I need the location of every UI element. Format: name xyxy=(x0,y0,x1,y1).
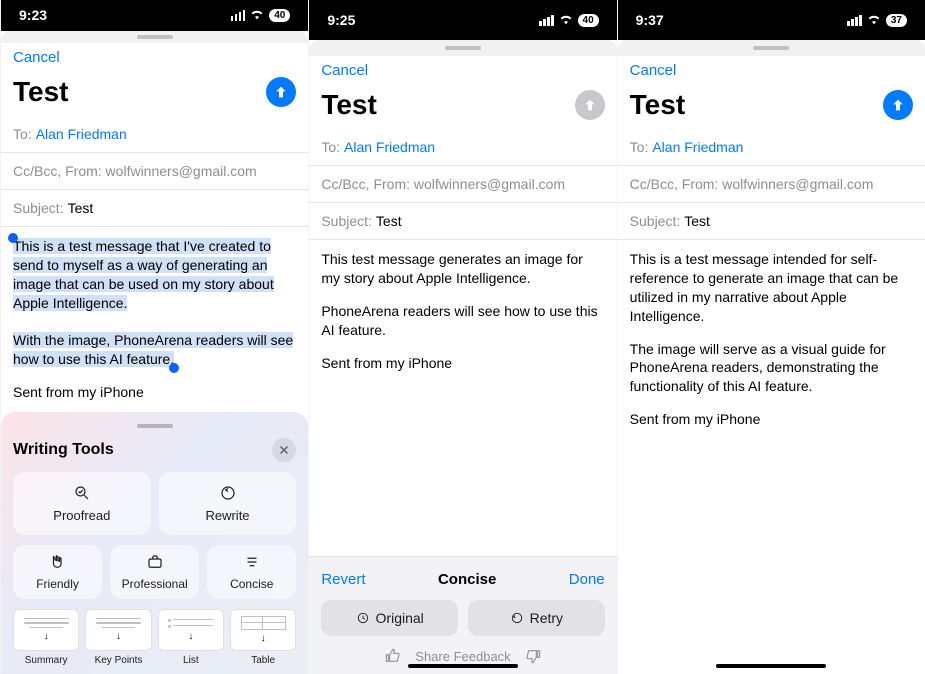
selection-start-handle[interactable] xyxy=(8,233,18,243)
original-button[interactable]: Original xyxy=(321,600,458,636)
cc-bcc-field[interactable]: Cc/Bcc, From: wolfwinners@gmail.com xyxy=(309,166,616,203)
status-time: 9:25 xyxy=(327,12,355,28)
clock-icon xyxy=(356,611,370,625)
cancel-button[interactable]: Cancel xyxy=(630,62,677,79)
cellular-icon xyxy=(539,15,554,26)
subject-label: Subject: xyxy=(630,213,681,229)
status-time: 9:23 xyxy=(19,7,47,23)
summary-card[interactable]: ↓ Summary xyxy=(13,609,79,666)
to-field[interactable]: To: Alan Friedman xyxy=(1,116,308,153)
battery-indicator: 37 xyxy=(886,14,907,27)
close-icon xyxy=(278,444,290,456)
subject-value: Test xyxy=(68,200,94,216)
status-time: 9:37 xyxy=(636,12,664,28)
wifi-icon xyxy=(558,12,574,28)
status-bar: 9:37 37 xyxy=(618,0,925,40)
rewrite-icon xyxy=(219,484,237,502)
to-value[interactable]: Alan Friedman xyxy=(652,139,743,155)
writing-tools-title: Writing Tools xyxy=(13,441,114,459)
panel-title: Concise xyxy=(438,571,496,588)
to-value[interactable]: Alan Friedman xyxy=(36,126,127,142)
cc-bcc-label: Cc/Bcc, From: wolfwinners@gmail.com xyxy=(321,176,565,192)
friendly-button[interactable]: Friendly xyxy=(13,545,102,599)
cc-bcc-field[interactable]: Cc/Bcc, From: wolfwinners@gmail.com xyxy=(618,166,925,203)
status-bar: 9:25 40 xyxy=(309,0,616,40)
close-button[interactable] xyxy=(272,438,296,462)
home-indicator[interactable] xyxy=(716,664,826,668)
cc-bcc-field[interactable]: Cc/Bcc, From: wolfwinners@gmail.com xyxy=(1,153,308,190)
concise-button[interactable]: Concise xyxy=(207,545,296,599)
share-feedback-label[interactable]: Share Feedback xyxy=(415,649,510,664)
sheet-grabber[interactable] xyxy=(618,40,925,56)
to-label: To: xyxy=(13,126,32,142)
cellular-icon xyxy=(231,10,246,21)
arrow-up-icon xyxy=(273,84,289,100)
cancel-button[interactable]: Cancel xyxy=(321,62,368,79)
arrow-up-icon xyxy=(582,97,598,113)
wifi-icon xyxy=(866,12,882,28)
retry-button[interactable]: Retry xyxy=(468,600,605,636)
subject-value: Test xyxy=(684,213,710,229)
subject-value: Test xyxy=(376,213,402,229)
send-button[interactable] xyxy=(266,77,296,107)
to-field[interactable]: To: Alan Friedman xyxy=(309,129,616,166)
compose-title: Test xyxy=(630,89,686,121)
proofread-button[interactable]: Proofread xyxy=(13,472,151,535)
retry-icon xyxy=(510,611,524,625)
arrow-up-icon xyxy=(890,97,906,113)
thumbs-down-icon[interactable] xyxy=(525,648,541,664)
subject-field[interactable]: Subject: Test xyxy=(1,190,308,227)
battery-indicator: 40 xyxy=(578,14,599,27)
writing-tools-panel: Writing Tools Proofread Rewrite Friendly xyxy=(1,412,308,674)
magnifier-check-icon xyxy=(73,484,91,502)
phone-3: 9:37 37 Cancel Test To: Alan Friedman Cc… xyxy=(617,0,925,674)
compose-title: Test xyxy=(321,89,377,121)
subject-field[interactable]: Subject: Test xyxy=(618,203,925,240)
cc-bcc-label: Cc/Bcc, From: wolfwinners@gmail.com xyxy=(13,163,257,179)
to-label: To: xyxy=(321,139,340,155)
to-value[interactable]: Alan Friedman xyxy=(344,139,435,155)
to-field[interactable]: To: Alan Friedman xyxy=(618,129,925,166)
concise-result-panel: Revert Concise Done Original Retry Share… xyxy=(309,556,616,674)
compose-title: Test xyxy=(13,76,69,108)
cancel-button[interactable]: Cancel xyxy=(13,49,60,66)
subject-label: Subject: xyxy=(13,200,64,216)
share-feedback-row: Share Feedback xyxy=(321,648,604,664)
rewrite-button[interactable]: Rewrite xyxy=(159,472,297,535)
professional-button[interactable]: Professional xyxy=(110,545,199,599)
sheet-grabber[interactable] xyxy=(309,40,616,56)
send-button[interactable] xyxy=(883,90,913,120)
revert-button[interactable]: Revert xyxy=(321,571,365,588)
send-button[interactable] xyxy=(575,90,605,120)
email-body[interactable]: This test message generates an image for… xyxy=(309,240,616,556)
subject-field[interactable]: Subject: Test xyxy=(309,203,616,240)
status-bar: 9:23 40 xyxy=(1,0,308,31)
keypoints-card[interactable]: ↓ Key Points xyxy=(85,609,151,666)
briefcase-icon xyxy=(146,553,164,571)
email-signature: Sent from my iPhone xyxy=(13,383,296,402)
selection-end-handle[interactable] xyxy=(169,363,179,373)
cellular-icon xyxy=(847,15,862,26)
wifi-icon xyxy=(249,7,265,23)
sheet-grabber[interactable] xyxy=(1,31,308,43)
list-card[interactable]: ↓ List xyxy=(158,609,224,666)
email-body[interactable]: This is a test message that I've created… xyxy=(1,227,308,412)
subject-label: Subject: xyxy=(321,213,372,229)
thumbs-up-icon[interactable] xyxy=(385,648,401,664)
to-label: To: xyxy=(630,139,649,155)
cc-bcc-label: Cc/Bcc, From: wolfwinners@gmail.com xyxy=(630,176,874,192)
done-button[interactable]: Done xyxy=(569,571,605,588)
email-signature: Sent from my iPhone xyxy=(321,354,604,373)
phone-2: 9:25 40 Cancel Test To: Alan Friedman Cc… xyxy=(308,0,616,674)
selected-text[interactable]: This is a test message that I've created… xyxy=(13,238,293,367)
concise-icon xyxy=(243,553,261,571)
phone-1: 9:23 40 Cancel Test To: Alan Friedman Cc… xyxy=(0,0,308,674)
email-body[interactable]: This is a test message intended for self… xyxy=(618,240,925,674)
table-card[interactable]: ↓ Table xyxy=(230,609,296,666)
home-indicator[interactable] xyxy=(408,664,518,668)
wave-icon xyxy=(49,553,67,571)
panel-grabber[interactable] xyxy=(137,424,173,428)
battery-indicator: 40 xyxy=(269,9,290,22)
email-signature: Sent from my iPhone xyxy=(630,410,913,429)
